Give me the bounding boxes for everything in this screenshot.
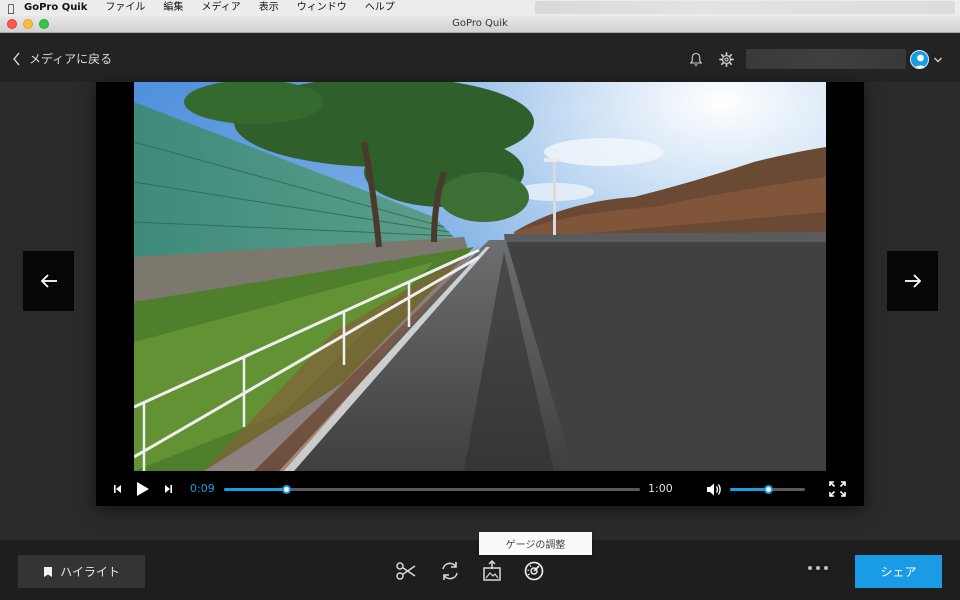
scissors-icon[interactable] <box>395 560 417 582</box>
chevron-left-icon <box>13 52 20 65</box>
gear-icon[interactable] <box>719 52 734 67</box>
menu-window[interactable]: ウィンドウ <box>288 0 356 16</box>
menu-bar:  GoPro Quik ファイル 編集 メディア 表示 ウィンドウ ヘルプ <box>0 0 960 16</box>
step-forward-icon[interactable] <box>162 484 173 494</box>
frame-export-icon[interactable] <box>481 560 503 582</box>
menu-help[interactable]: ヘルプ <box>356 0 404 16</box>
seek-progress <box>224 488 287 491</box>
volume-level <box>730 488 768 491</box>
player-controls: 0:09 1:00 <box>96 471 864 506</box>
back-label: メディアに戻る <box>29 52 113 66</box>
volume-icon[interactable] <box>706 482 723 497</box>
back-to-media-button[interactable]: メディアに戻る <box>12 50 112 67</box>
user-avatar-icon[interactable] <box>910 50 929 69</box>
volume-handle[interactable] <box>763 485 773 494</box>
highlight-tag-icon <box>44 566 53 577</box>
arrow-left-icon <box>40 274 57 288</box>
window-title: GoPro Quik <box>452 18 508 29</box>
highlight-button[interactable]: ハイライト <box>18 555 145 588</box>
rotate-icon[interactable] <box>439 560 461 582</box>
fullscreen-icon[interactable] <box>829 481 846 497</box>
status-area-redacted <box>535 1 955 14</box>
highlight-label: ハイライト <box>60 565 120 579</box>
menu-app-name[interactable]: GoPro Quik <box>22 0 96 16</box>
share-button[interactable]: シェア <box>855 555 942 588</box>
video-frame[interactable] <box>134 82 826 471</box>
seek-handle[interactable] <box>282 485 292 494</box>
next-media-button[interactable] <box>887 251 938 311</box>
menu-edit[interactable]: 編集 <box>154 0 192 16</box>
app-header: メディアに戻る <box>0 34 960 82</box>
total-duration: 1:00 <box>648 482 673 495</box>
gauge-tooltip: ゲージの調整 <box>479 532 592 555</box>
current-time: 0:09 <box>190 482 215 495</box>
video-player: 0:09 1:00 <box>96 82 864 506</box>
chevron-down-icon[interactable] <box>933 55 943 65</box>
menu-media[interactable]: メディア <box>192 0 249 16</box>
bell-icon[interactable] <box>689 52 703 67</box>
account-name-redacted <box>746 49 906 69</box>
volume-slider[interactable] <box>730 485 805 494</box>
previous-media-button[interactable] <box>23 251 74 311</box>
menu-file[interactable]: ファイル <box>96 0 154 16</box>
seek-bar[interactable] <box>224 485 640 494</box>
arrow-right-icon <box>904 274 921 288</box>
apple-icon[interactable]:  <box>0 2 22 15</box>
more-dots-icon[interactable] <box>808 566 828 570</box>
step-back-icon[interactable] <box>113 484 124 494</box>
menu-view[interactable]: 表示 <box>250 0 288 16</box>
play-icon[interactable] <box>136 481 150 497</box>
window-title-bar: GoPro Quik <box>0 16 960 33</box>
gauge-icon[interactable] <box>523 560 545 582</box>
